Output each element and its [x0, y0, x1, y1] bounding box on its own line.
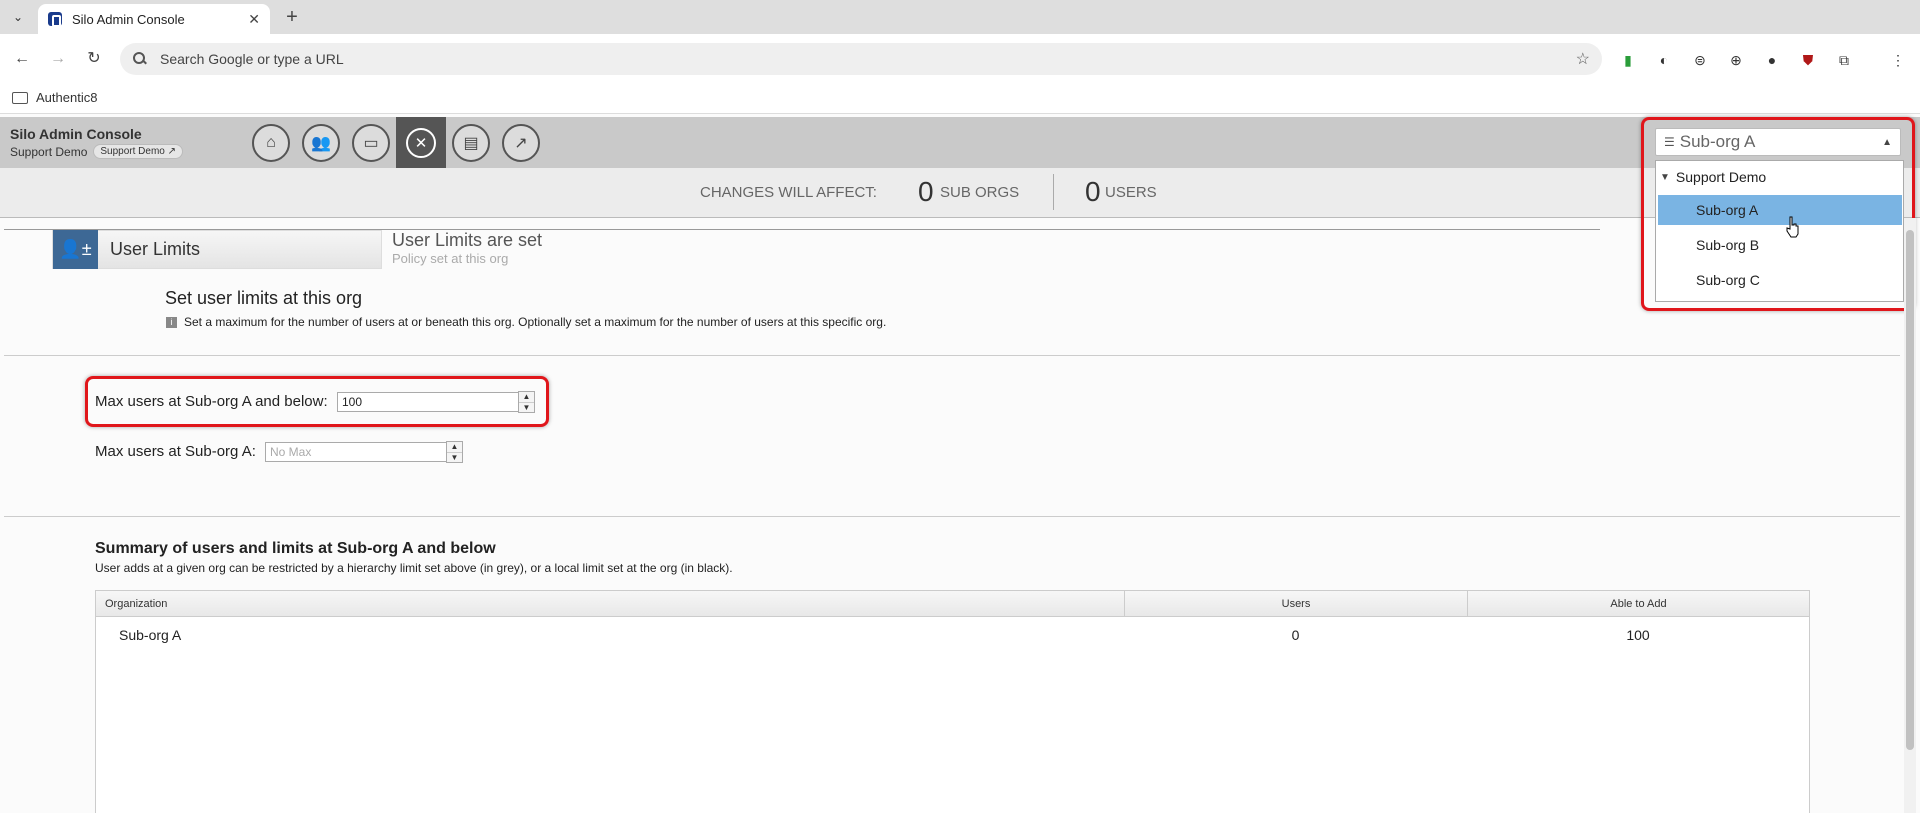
max-below-spinner[interactable]: ▲ ▼ [518, 391, 535, 413]
column-header-users[interactable]: Users [1124, 591, 1467, 617]
app-title: Silo Admin Console [10, 126, 142, 142]
affect-divider [1053, 174, 1054, 210]
spin-down-icon[interactable]: ▼ [447, 452, 462, 463]
tab-search-icon[interactable]: ⌄ [6, 6, 30, 28]
users-label: USERS [1105, 184, 1157, 201]
chart-icon[interactable]: ↗ [502, 123, 540, 162]
page-scrollbar[interactable] [1904, 218, 1916, 813]
dropdown-item-sub-org-a[interactable]: Sub-org A [1658, 195, 1902, 225]
home-icon[interactable]: ⌂ [252, 123, 290, 162]
bookmarks-bar: Authentic8 [0, 84, 1920, 114]
tab-title: Silo Admin Console [72, 11, 185, 27]
hand-cursor-icon [1786, 216, 1799, 238]
org-pill-label: Support Demo [100, 146, 165, 157]
status-title: User Limits are set [392, 230, 543, 250]
circle-extension-icon[interactable]: ◐ [1654, 50, 1674, 70]
section-title: User Limits [110, 239, 201, 259]
org-dropdown: ▼ Support Demo Sub-org A Sub-org B Sub-o… [1655, 160, 1904, 302]
changes-affect-bar: CHANGES WILL AFFECT: 0 SUB ORGS 0 USERS [0, 168, 1920, 218]
app-header: Silo Admin Console Support Demo Support … [0, 117, 1920, 168]
table-cell-users: 0 [1291, 627, 1300, 643]
set-limits-info: i Set a maximum for the number of users … [166, 315, 886, 329]
table-cell-organization: Sub-org A [119, 627, 182, 643]
divider [4, 355, 1900, 356]
column-header-organization[interactable]: Organization [96, 591, 1124, 617]
collapse-triangle-icon[interactable]: ▼ [1660, 172, 1670, 183]
sub-orgs-count: 0 [918, 176, 934, 207]
back-icon[interactable]: ← [10, 47, 34, 71]
dropdown-item-sub-org-b[interactable]: Sub-org B [1658, 230, 1902, 260]
section-header: 👤± User Limits [52, 230, 382, 269]
app-org-name: Support Demo [10, 144, 88, 159]
bookmark-folder-label: Authentic8 [36, 90, 98, 105]
forward-icon[interactable]: → [46, 47, 70, 71]
set-limits-info-text: Set a maximum for the number of users at… [184, 315, 887, 329]
users-count: 0 [1085, 176, 1101, 207]
dropdown-parent-label: Support Demo [1675, 169, 1767, 185]
browser-tab[interactable]: Silo Admin Console ✕ [38, 4, 270, 34]
dropdown-item-sub-org-c[interactable]: Sub-org C [1658, 265, 1902, 295]
max-below-input[interactable] [337, 392, 519, 412]
org-select-value: Sub-org A [1679, 132, 1756, 151]
folder-icon [12, 91, 28, 104]
summary-subtitle: User adds at a given org can be restrict… [95, 561, 733, 575]
ublock-extension-icon[interactable]: ⛊ [1798, 50, 1818, 70]
bookmark-folder[interactable]: Authentic8 [12, 90, 97, 105]
tree-icon: ☰ [1664, 135, 1675, 149]
max-at-input[interactable] [265, 442, 447, 462]
spin-up-icon[interactable]: ▲ [519, 392, 534, 402]
summary-table: Organization Users Able to Add Sub-org A… [95, 590, 1810, 813]
status-subtitle: Policy set at this org [392, 251, 509, 266]
set-limits-title: Set user limits at this org [165, 288, 363, 308]
app-nav: ⌂ 👥 ▭ ✕ ▤ ↗ [252, 117, 552, 168]
add-user-icon: 👤± [53, 230, 98, 269]
info-icon: i [166, 316, 177, 328]
users-icon[interactable]: 👥 [302, 123, 340, 162]
puzzle-extension-icon[interactable]: ⧉ [1834, 50, 1854, 70]
changes-affect-label: CHANGES WILL AFFECT: [700, 184, 877, 201]
dropdown-parent-org[interactable]: ▼ Support Demo [1660, 169, 1766, 185]
app-org: Support Demo Support Demo ↗ [10, 144, 184, 159]
signal-extension-icon[interactable]: ▮ [1618, 50, 1638, 70]
divider [4, 516, 1900, 517]
reload-icon[interactable]: ↻ [82, 47, 106, 71]
tab-strip: ⌄ Silo Admin Console ✕ + [0, 0, 1920, 34]
menu-kebab-icon[interactable]: ⋮ [1888, 50, 1908, 70]
max-below-label: Max users at Sub-org A and below: [95, 393, 328, 410]
address-bar-placeholder: Search Google or type a URL [160, 51, 344, 67]
new-tab-icon[interactable]: + [280, 6, 304, 28]
chevron-up-icon: ▲ [1882, 136, 1892, 148]
max-at-label: Max users at Sub-org A: [95, 443, 256, 460]
org-select[interactable]: ☰ Sub-org A ▲ [1655, 128, 1901, 156]
summary-title: Summary of users and limits at Sub-org A… [95, 540, 496, 557]
report-icon[interactable]: ▤ [452, 123, 490, 162]
scrollbar-thumb[interactable] [1906, 230, 1914, 750]
org-switch-pill[interactable]: Support Demo ↗ [93, 144, 184, 159]
window-icon[interactable]: ▭ [352, 123, 390, 162]
address-bar[interactable]: Search Google or type a URL ☆ [120, 43, 1602, 75]
spin-down-icon[interactable]: ▼ [519, 402, 534, 413]
column-header-able-to-add[interactable]: Able to Add [1467, 591, 1809, 617]
spin-up-icon[interactable]: ▲ [447, 442, 462, 452]
sync-extension-icon[interactable]: ⊜ [1690, 50, 1710, 70]
tools-icon[interactable]: ✕ [396, 117, 446, 168]
sub-orgs-label: SUB ORGS [940, 184, 1020, 201]
table-cell-able-to-add: 100 [1626, 627, 1650, 643]
bookmark-star-icon[interactable]: ☆ [1576, 49, 1590, 69]
max-at-spinner[interactable]: ▲ ▼ [446, 441, 463, 463]
silo-favicon-icon [48, 12, 62, 27]
profile-extension-icon[interactable]: ● [1762, 50, 1782, 70]
search-icon [132, 51, 148, 67]
close-icon[interactable]: ✕ [248, 11, 260, 28]
globe-extension-icon[interactable]: ⊕ [1726, 50, 1746, 70]
